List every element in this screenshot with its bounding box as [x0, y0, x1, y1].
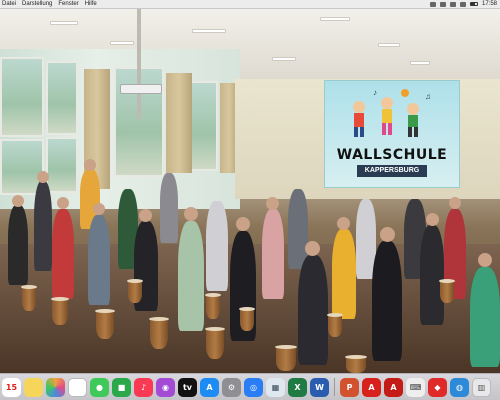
person-head: [380, 227, 395, 242]
menu-fenster[interactable]: Fenster: [58, 1, 78, 7]
person: [52, 209, 74, 299]
trash-icon[interactable]: ▥: [472, 377, 491, 397]
ceiling-light: [50, 21, 78, 25]
podcasts-icon[interactable]: ◉: [156, 377, 175, 397]
curtain: [166, 73, 192, 173]
person-head: [337, 217, 350, 230]
menu-clock[interactable]: 17:58: [482, 1, 497, 7]
person: [372, 241, 402, 361]
photos-icon[interactable]: [46, 377, 65, 397]
banner-illustration: ♪ ♫: [353, 88, 431, 137]
person-head: [37, 171, 49, 183]
ceiling-light: [378, 43, 400, 47]
calendar-icon[interactable]: 15: [2, 377, 21, 397]
dock-separator: [334, 378, 335, 396]
djembe-drum: [439, 279, 455, 303]
window-pane: [188, 81, 218, 171]
ceiling-light: [410, 61, 430, 65]
app-store-icon[interactable]: A: [200, 377, 219, 397]
person: [470, 267, 500, 367]
person-head: [57, 197, 69, 209]
keyboard-icon[interactable]: ⌨: [406, 377, 425, 397]
djembe-drum: [95, 309, 115, 339]
person-head: [12, 195, 24, 207]
music-icon[interactable]: ♪: [134, 377, 153, 397]
projector-pole: [137, 9, 141, 119]
djembe-drum: [345, 355, 367, 373]
cloud-icon[interactable]: [429, 1, 436, 7]
word-icon[interactable]: W: [310, 377, 329, 397]
settings-icon[interactable]: ⚙: [222, 377, 241, 397]
person: [206, 201, 228, 291]
djembe-drum: [149, 317, 169, 349]
battery-icon[interactable]: [469, 2, 478, 6]
menu-datei[interactable]: Datei: [2, 1, 16, 7]
djembe-drum: [127, 279, 143, 303]
dock: 15 ● ■ ♪ ◉ tv A ⚙ ◎ ▦ X W P A A ⌨ ◆ ◍ ▥: [0, 373, 500, 400]
safari-icon[interactable]: ◎: [244, 377, 263, 397]
menu-darstellung[interactable]: Darstellung: [22, 1, 52, 7]
person-head: [478, 253, 492, 267]
person: [178, 221, 204, 331]
person-head: [93, 203, 105, 215]
person: [332, 229, 356, 319]
djembe-drum: [51, 297, 69, 325]
excel-icon[interactable]: X: [288, 377, 307, 397]
person: [262, 209, 284, 299]
person-head: [266, 197, 279, 210]
crowd: [0, 159, 500, 373]
person-head: [184, 207, 198, 221]
control-center-icon[interactable]: [449, 1, 456, 7]
ceiling-light: [110, 41, 134, 45]
menu-hilfe[interactable]: Hilfe: [85, 1, 97, 7]
djembe-drum: [205, 327, 225, 359]
projector: [120, 84, 162, 94]
svg-text:♫: ♫: [425, 92, 431, 101]
notes-icon[interactable]: [24, 377, 43, 397]
svg-text:♪: ♪: [373, 88, 377, 97]
person: [34, 181, 52, 271]
facetime-icon[interactable]: ■: [112, 377, 131, 397]
person-head: [305, 241, 320, 256]
globe-app-icon[interactable]: ◍: [450, 377, 469, 397]
search-icon[interactable]: [439, 1, 446, 7]
menu-bar: Datei Darstellung Fenster Hilfe 17:58: [0, 0, 500, 9]
person: [8, 205, 28, 285]
ceiling-light: [272, 57, 296, 61]
person-head: [449, 197, 461, 209]
djembe-drum: [275, 345, 297, 371]
messages-icon[interactable]: ●: [90, 377, 109, 397]
acrobat-icon[interactable]: A: [362, 377, 381, 397]
acrobat-reader-icon[interactable]: A: [384, 377, 403, 397]
status-area: 17:58: [429, 1, 500, 7]
person-head: [139, 209, 152, 222]
window-pane: [46, 61, 78, 135]
window-pane: [0, 57, 44, 137]
person-head: [426, 213, 439, 226]
person-head: [236, 217, 250, 231]
ceiling-light: [320, 17, 350, 21]
preview-icon[interactable]: ▦: [266, 377, 285, 397]
freeform-icon[interactable]: [68, 377, 87, 397]
djembe-drum: [239, 307, 255, 331]
powerpoint-icon[interactable]: P: [340, 377, 359, 397]
video-frame: ♪ ♫ WALLSCHULE KAPPERSBURG: [0, 9, 500, 373]
person: [420, 225, 444, 325]
person: [298, 255, 328, 365]
shield-app-icon[interactable]: ◆: [428, 377, 447, 397]
menu-list: Datei Darstellung Fenster Hilfe: [0, 1, 97, 7]
tv-icon[interactable]: tv: [178, 377, 197, 397]
djembe-drum: [21, 285, 37, 311]
person-head: [84, 159, 96, 171]
djembe-drum: [205, 293, 221, 319]
person: [88, 215, 110, 305]
ceiling-light: [192, 29, 226, 33]
wifi-icon[interactable]: [459, 1, 466, 7]
person: [160, 173, 178, 243]
djembe-drum: [327, 313, 343, 337]
